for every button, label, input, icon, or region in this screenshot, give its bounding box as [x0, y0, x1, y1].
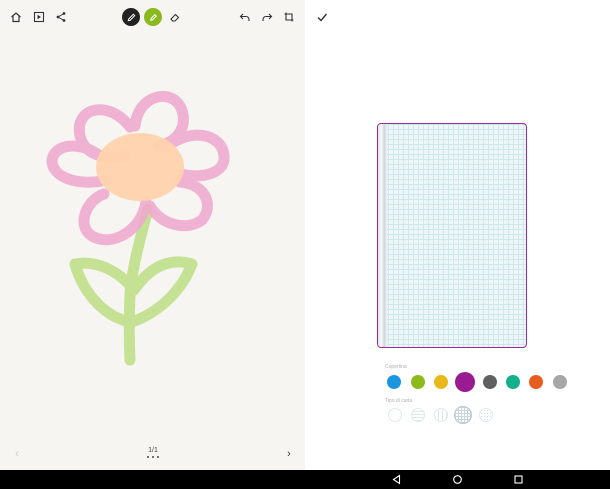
- undo-icon[interactable]: [236, 8, 254, 26]
- share-icon[interactable]: [52, 8, 70, 26]
- recents-icon[interactable]: [513, 474, 524, 485]
- next-page-icon[interactable]: ›: [282, 448, 296, 462]
- paper-type-dotted[interactable]: [479, 408, 493, 422]
- paper-type-narrow-lined[interactable]: [434, 408, 448, 422]
- notebook-preview: [377, 123, 527, 348]
- color-swatch-yellow[interactable]: [434, 375, 448, 389]
- color-swatch-orange[interactable]: [529, 375, 543, 389]
- paper-type-grid[interactable]: [454, 406, 472, 424]
- more-options-icon[interactable]: [147, 456, 159, 459]
- paper-type-label: Tipo di carta: [385, 398, 413, 404]
- play-icon[interactable]: [30, 8, 48, 26]
- home-icon[interactable]: [452, 474, 463, 485]
- cover-color-label: Copertina: [385, 364, 407, 370]
- color-swatch-teal[interactable]: [506, 375, 520, 389]
- crop-icon[interactable]: [280, 8, 298, 26]
- highlighter-icon[interactable]: [144, 8, 162, 26]
- eraser-icon[interactable]: [166, 8, 184, 26]
- drawing-canvas[interactable]: [0, 34, 305, 444]
- color-swatch-blue[interactable]: [387, 375, 401, 389]
- previous-page-icon[interactable]: ‹: [10, 448, 24, 462]
- flower-center: [96, 133, 184, 201]
- paper-type-blank[interactable]: [388, 408, 402, 422]
- color-swatch-green[interactable]: [411, 375, 425, 389]
- notebook-spine: [378, 124, 387, 347]
- drawing-toolbar: [0, 0, 305, 34]
- color-swatch-light-gray[interactable]: [553, 375, 567, 389]
- paper-type-lined[interactable]: [411, 408, 425, 422]
- page-indicator: 1/1: [148, 447, 158, 454]
- drawing-panel: ‹ 1/1 ›: [0, 0, 305, 470]
- pen-icon[interactable]: [122, 8, 140, 26]
- redo-icon[interactable]: [258, 8, 276, 26]
- color-swatch-purple[interactable]: [455, 372, 475, 392]
- notebook-settings-panel: Copertina Tipo di carta: [305, 0, 610, 470]
- system-navigation-bar: [0, 470, 610, 489]
- back-icon[interactable]: [391, 474, 402, 485]
- color-swatch-dark-gray[interactable]: [483, 375, 497, 389]
- home-icon[interactable]: [7, 8, 25, 26]
- check-icon[interactable]: [315, 10, 329, 24]
